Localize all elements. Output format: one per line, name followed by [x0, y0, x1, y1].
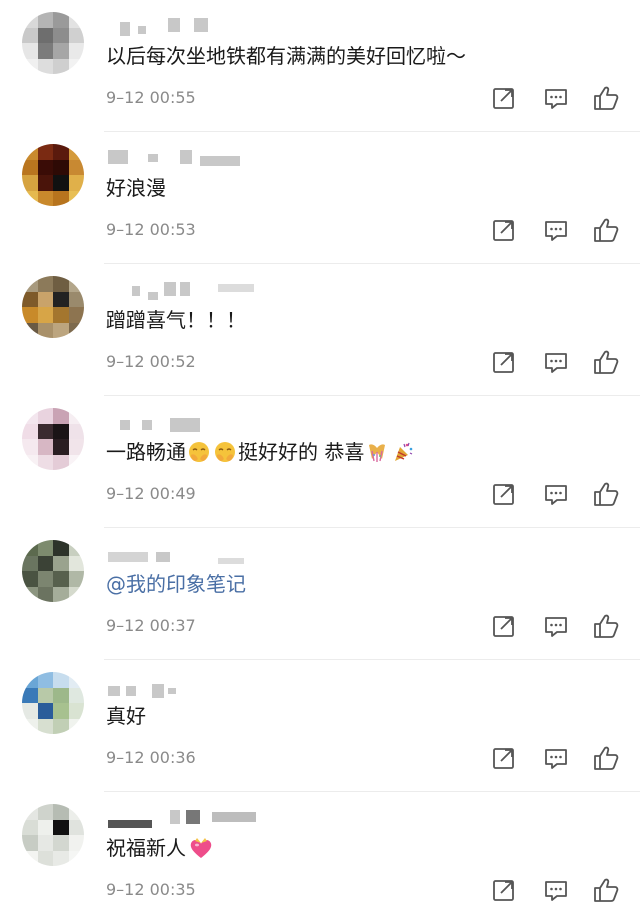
thumbs-up-icon[interactable] [592, 84, 620, 112]
comment-text: 蹭蹭喜气！！！ [106, 308, 246, 332]
heart-with-ribbon-emoji-icon [188, 835, 214, 861]
comment-text-part: 一路畅通 [106, 440, 186, 464]
comment-text: 一路畅通 挺好好的 恭喜 [106, 438, 416, 466]
comment-item: 蹭蹭喜气！！！ 9–12 00:52 [0, 264, 640, 396]
username-redacted[interactable] [108, 18, 258, 36]
hiding-face-emoji-icon [214, 441, 236, 463]
username-redacted[interactable] [108, 150, 258, 166]
comment-time: 9–12 00:37 [106, 616, 196, 635]
avatar[interactable] [22, 804, 84, 866]
thumbs-up-icon[interactable] [592, 216, 620, 244]
party-popper-emoji-icon [392, 441, 414, 463]
comment-actions [490, 876, 622, 904]
comment-text-part: 挺好好的 恭喜 [238, 440, 365, 464]
comment-text: 以后每次坐地铁都有满满的美好回忆啦～ [106, 44, 466, 68]
comment-icon[interactable] [542, 876, 570, 904]
comment-icon[interactable] [542, 348, 570, 376]
comment-time: 9–12 00:35 [106, 880, 196, 899]
comment-time: 9–12 00:52 [106, 352, 196, 371]
comment-time: 9–12 00:36 [106, 748, 196, 767]
avatar[interactable] [22, 540, 84, 602]
ribbon-emoji-icon [366, 441, 388, 463]
comment-item: 真好 9–12 00:36 [0, 660, 640, 792]
share-icon[interactable] [490, 216, 518, 244]
comment-item: 祝福新人 9–12 00:35 [0, 792, 640, 924]
username-redacted[interactable] [108, 678, 258, 698]
avatar[interactable] [22, 408, 84, 470]
comment-icon[interactable] [542, 612, 570, 640]
share-icon[interactable] [490, 84, 518, 112]
comment-actions [490, 84, 622, 112]
username-redacted[interactable] [108, 546, 258, 564]
username-redacted[interactable] [108, 414, 258, 432]
avatar[interactable] [22, 144, 84, 206]
comment-text: 好浪漫 [106, 176, 166, 200]
comment-actions [490, 612, 622, 640]
avatar[interactable] [22, 672, 84, 734]
username-redacted[interactable] [108, 810, 258, 828]
comment-text: @我的印象笔记 [106, 570, 246, 598]
mention-link[interactable]: @我的印象笔记 [106, 572, 246, 596]
share-icon[interactable] [490, 612, 518, 640]
comment-actions [490, 216, 622, 244]
comment-text-part: 祝福新人 [106, 836, 186, 860]
comment-text: 祝福新人 [106, 834, 216, 862]
comment-item: @我的印象笔记 9–12 00:37 [0, 528, 640, 660]
comment-time: 9–12 00:49 [106, 484, 196, 503]
username-redacted[interactable] [108, 282, 258, 300]
comment-item: 好浪漫 9–12 00:53 [0, 132, 640, 264]
comment-text: 真好 [106, 704, 146, 728]
comment-time: 9–12 00:53 [106, 220, 196, 239]
share-icon[interactable] [490, 348, 518, 376]
comment-item: 以后每次坐地铁都有满满的美好回忆啦～ 9–12 00:55 [0, 0, 640, 132]
comment-icon[interactable] [542, 744, 570, 772]
thumbs-up-icon[interactable] [592, 480, 620, 508]
share-icon[interactable] [490, 480, 518, 508]
comment-actions [490, 348, 622, 376]
comment-icon[interactable] [542, 480, 570, 508]
share-icon[interactable] [490, 744, 518, 772]
comment-actions [490, 480, 622, 508]
thumbs-up-icon[interactable] [592, 876, 620, 904]
comment-actions [490, 744, 622, 772]
avatar[interactable] [22, 276, 84, 338]
hiding-face-emoji-icon [188, 441, 210, 463]
comment-item: 一路畅通 挺好好的 恭喜 9–12 00:49 [0, 396, 640, 528]
comment-icon[interactable] [542, 84, 570, 112]
share-icon[interactable] [490, 876, 518, 904]
comment-icon[interactable] [542, 216, 570, 244]
avatar[interactable] [22, 12, 84, 74]
thumbs-up-icon[interactable] [592, 612, 620, 640]
thumbs-up-icon[interactable] [592, 744, 620, 772]
thumbs-up-icon[interactable] [592, 348, 620, 376]
comment-time: 9–12 00:55 [106, 88, 196, 107]
